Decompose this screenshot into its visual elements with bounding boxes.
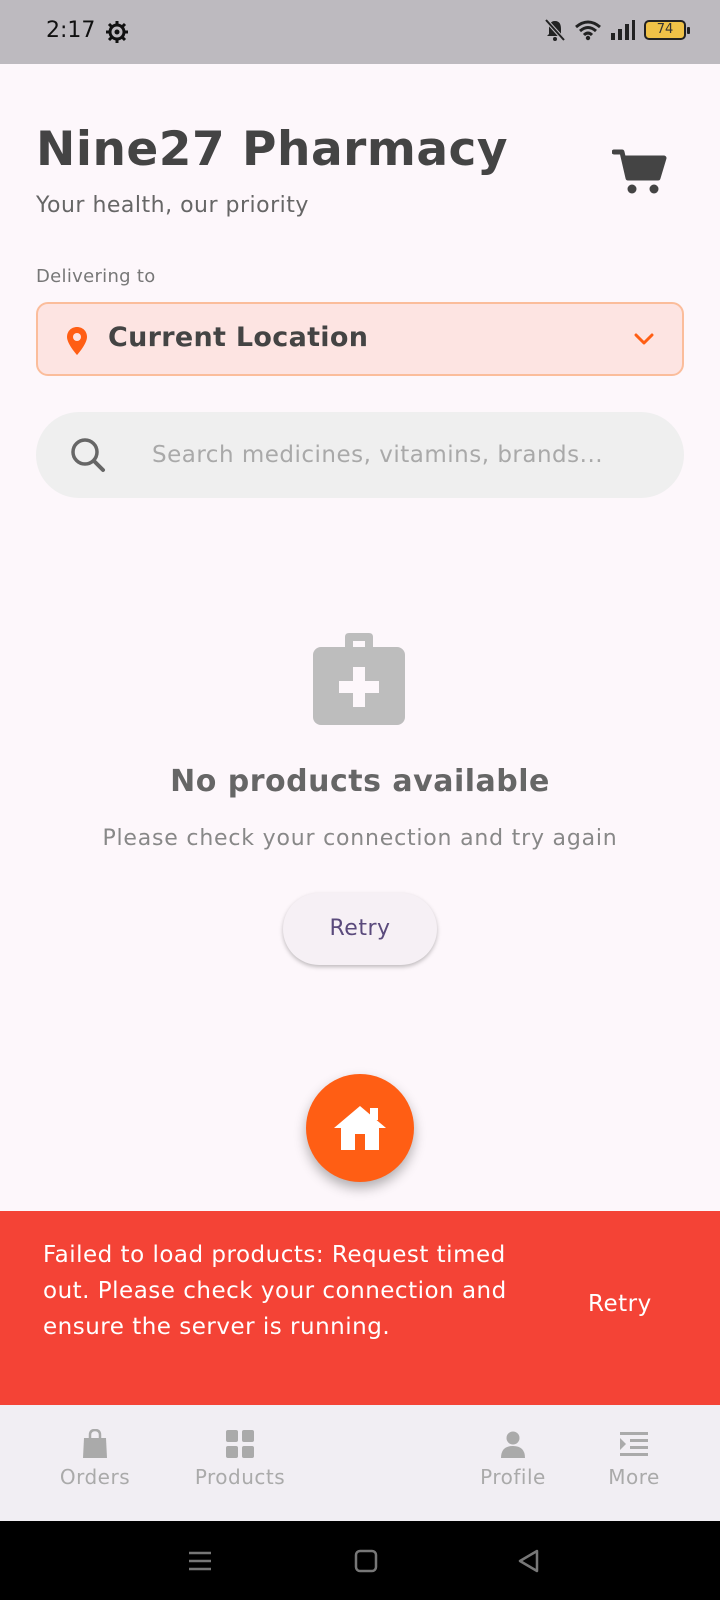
location-pin-icon — [67, 327, 87, 355]
bottom-navigation: Orders Products Profile More — [0, 1405, 720, 1521]
nav-item-orders[interactable]: Orders — [25, 1429, 165, 1489]
cart-icon[interactable] — [612, 148, 668, 196]
empty-state-subtitle: Please check your connection and try aga… — [102, 826, 618, 851]
status-time: 2:17 — [46, 18, 96, 43]
location-value: Current Location — [108, 322, 369, 353]
home-fab-button[interactable] — [306, 1074, 414, 1182]
wifi-icon — [575, 20, 601, 41]
empty-state-title: No products available — [170, 764, 550, 799]
battery-level: 74 — [656, 22, 674, 37]
signal-icon — [611, 20, 635, 40]
search-bar[interactable] — [36, 412, 684, 498]
error-snackbar: Failed to load products: Request timed o… — [0, 1211, 720, 1405]
status-icons: 74 — [544, 18, 690, 42]
nav-item-profile[interactable]: Profile — [443, 1429, 583, 1489]
snackbar-message: Failed to load products: Request timed o… — [43, 1242, 507, 1340]
nav-label-profile: Profile — [480, 1465, 546, 1489]
nav-label-products: Products — [194, 1465, 286, 1489]
settings-gear-icon — [106, 21, 128, 43]
back-icon[interactable] — [515, 1547, 543, 1575]
location-selector[interactable]: Current Location — [36, 302, 684, 376]
shopping-bag-icon — [83, 1429, 107, 1458]
bell-muted-icon — [544, 18, 566, 42]
menu-open-icon — [620, 1432, 648, 1456]
search-icon — [71, 438, 105, 472]
home-icon — [334, 1106, 386, 1150]
app-title: Nine27 Pharmacy — [36, 122, 509, 177]
app-subtitle: Your health, our priority — [36, 193, 309, 218]
status-bar: 2:17 74 — [0, 0, 720, 64]
recent-apps-icon[interactable] — [186, 1547, 214, 1575]
home-nav-icon[interactable] — [352, 1547, 380, 1575]
nav-label-more: More — [608, 1465, 660, 1489]
person-icon — [501, 1431, 525, 1458]
grid-icon — [226, 1430, 254, 1458]
delivering-to-label: Delivering to — [36, 266, 156, 287]
medical-kit-icon — [313, 633, 405, 725]
nav-item-more[interactable]: More — [564, 1429, 704, 1489]
search-input[interactable] — [152, 436, 652, 474]
battery-icon: 74 — [644, 20, 690, 40]
system-nav-bar — [0, 1521, 720, 1600]
chevron-down-icon — [634, 333, 654, 345]
nav-item-products[interactable]: Products — [170, 1429, 310, 1489]
snackbar-retry-button[interactable]: Retry — [588, 1291, 652, 1317]
retry-button[interactable]: Retry — [283, 893, 437, 965]
nav-label-orders: Orders — [59, 1465, 131, 1489]
